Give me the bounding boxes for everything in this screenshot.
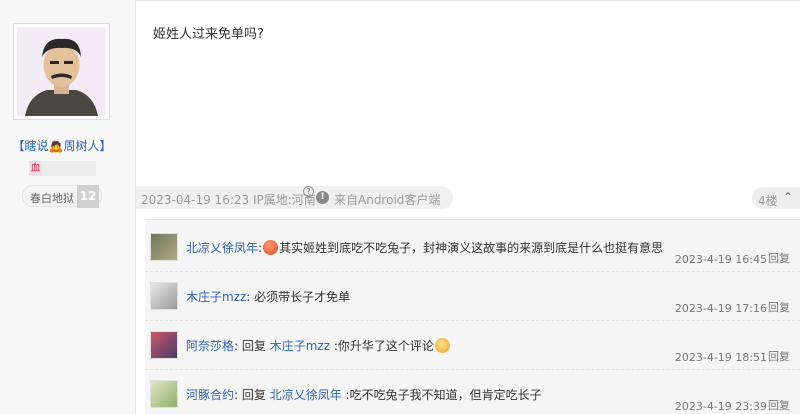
reply-target-user[interactable]: 木庄子mzz <box>270 339 330 353</box>
comment-avatar[interactable] <box>150 233 178 261</box>
level-blood-icon: 血 <box>29 161 42 176</box>
comment-item: 木庄子mzz: 必须带长子才免单 2023-4-19 17:16 回复 <box>145 272 800 321</box>
reply-prefix: 回复 <box>238 388 270 402</box>
post-content: 姬姓人过来免单吗? <box>153 27 264 42</box>
comment-avatar[interactable] <box>150 282 178 310</box>
comment-time: 2023-4-19 18:51 <box>674 351 767 364</box>
comment-user[interactable]: 木庄子mzz <box>186 290 246 304</box>
rank-badge[interactable]: 春白地狱 12 <box>22 185 102 208</box>
comment-time: 2023-4-19 23:39 <box>674 400 767 413</box>
reply-prefix: 回复 <box>238 339 270 353</box>
author-avatar[interactable] <box>13 23 110 120</box>
post-client: 来自Android客户端 <box>334 193 441 207</box>
comment-item: 河豚合约: 回复 北凉乂徐凤年 :吃不吃兔子我不知道，但肯定吃长子 2023-4… <box>145 370 800 414</box>
question-icon[interactable]: ? <box>303 186 314 197</box>
comment-item: 北凉乂徐凤年: 其实姬姓到底吃不吃兔子，封神演义这故事的来源到底是什么也挺有意思 … <box>145 223 800 272</box>
comment-text: 必须带长子才免单 <box>250 290 351 304</box>
top-divider <box>136 0 800 4</box>
comment-avatar[interactable] <box>150 380 178 408</box>
emoji-icon <box>434 338 450 353</box>
floor-badge[interactable]: 4楼 ⌃ <box>752 187 800 209</box>
reply-target-user[interactable]: 北凉乂徐凤年 <box>270 388 342 402</box>
post-timestamp: 2023-04-19 16:23 IP属地:河南 <box>141 193 316 207</box>
comment-time: 2023-4-19 16:45 <box>674 253 767 266</box>
reply-button[interactable]: 回复 <box>768 299 790 315</box>
comment-text: :你升华了这个评论 <box>330 339 434 353</box>
comment-avatar[interactable] <box>150 331 178 359</box>
comment-text: 其实姬姓到底吃不吃兔子，封神演义这故事的来源到底是什么也挺有意思 <box>279 241 664 255</box>
author-sidebar: 【瞎说🙇周树人】 血 春白地狱 12 <box>0 0 136 414</box>
comment-text: :吃不吃兔子我不知道，但肯定吃长子 <box>341 388 542 402</box>
rank-level: 12 <box>77 185 99 208</box>
comment-body: 木庄子mzz: 必须带长子才免单 <box>186 290 351 304</box>
emoji-icon <box>263 240 279 255</box>
comment-time: 2023-4-19 17:16 <box>674 302 767 315</box>
rank-label: 春白地狱 <box>30 192 74 205</box>
floor-number: 4楼 <box>758 194 778 208</box>
post-meta-bar: 2023-04-19 16:23 IP属地:河南 ? ! 来自Android客户… <box>136 186 453 209</box>
comment-list: 北凉乂徐凤年: 其实姬姓到底吃不吃兔子，封神演义这故事的来源到底是什么也挺有意思 … <box>145 219 800 414</box>
portrait-image <box>17 27 106 116</box>
comment-body: 阿奈莎格: 回复 木庄子mzz :你升华了这个评论 <box>186 337 451 354</box>
comment-body: 河豚合约: 回复 北凉乂徐凤年 :吃不吃兔子我不知道，但肯定吃长子 <box>186 388 542 402</box>
reply-button[interactable]: 回复 <box>768 397 790 413</box>
comment-user[interactable]: 阿奈莎格 <box>186 339 234 353</box>
comment-user[interactable]: 河豚合约 <box>186 388 234 402</box>
comment-item: 阿奈莎格: 回复 木庄子mzz :你升华了这个评论 2023-4-19 18:5… <box>145 321 800 370</box>
reply-button[interactable]: 回复 <box>768 348 790 364</box>
comment-body: 北凉乂徐凤年: 其实姬姓到底吃不吃兔子，封神演义这故事的来源到底是什么也挺有意思 <box>186 240 664 255</box>
comment-user[interactable]: 北凉乂徐凤年 <box>186 241 258 255</box>
level-badge: 血 <box>29 161 96 176</box>
info-icon: ! <box>316 191 329 204</box>
author-name[interactable]: 【瞎说🙇周树人】 <box>0 137 124 154</box>
collapse-icon[interactable]: ⌃ <box>783 191 796 204</box>
reply-button[interactable]: 回复 <box>768 250 790 266</box>
